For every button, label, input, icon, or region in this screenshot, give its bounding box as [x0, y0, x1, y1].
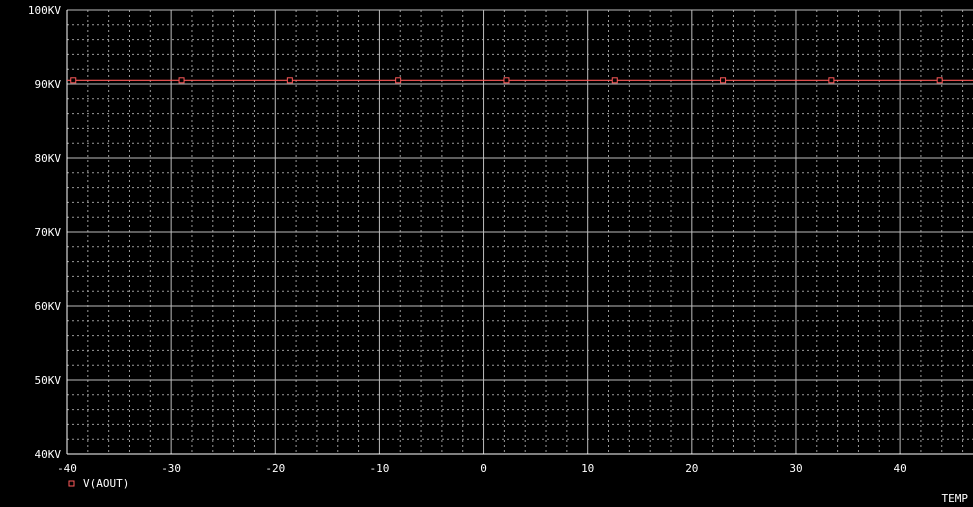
x-tick-label: -30	[161, 462, 181, 475]
series-marker	[720, 77, 727, 84]
x-tick-label: 40	[893, 462, 906, 475]
tick-labels: 40KV 50KV 60KV 70KV 80KV 90KV 100KV -40 -30 -20 -1…	[28, 4, 907, 475]
legend-marker	[68, 480, 75, 487]
series-marker	[936, 77, 943, 84]
series-marker	[178, 77, 185, 84]
x-tick-label: -10	[369, 462, 389, 475]
x-tick-label: 30	[789, 462, 802, 475]
x-tick-label: -40	[57, 462, 77, 475]
series-marker	[395, 77, 402, 84]
y-tick-label: 80KV	[35, 152, 62, 165]
grid-major	[66, 9, 973, 455]
legend-label: V(AOUT)	[83, 477, 129, 490]
series-marker	[286, 77, 293, 84]
y-tick-label: 40KV	[35, 448, 62, 461]
x-tick-label: 10	[581, 462, 594, 475]
series-marker	[828, 77, 835, 84]
y-tick-label: 50KV	[35, 374, 62, 387]
series-marker	[503, 77, 510, 84]
y-tick-label: 70KV	[35, 226, 62, 239]
series-layer	[67, 77, 973, 84]
series-marker	[611, 77, 618, 84]
x-tick-label: 20	[685, 462, 698, 475]
legend: V(AOUT)	[68, 477, 129, 490]
series-marker	[70, 77, 77, 84]
y-tick-label: 60KV	[35, 300, 62, 313]
x-tick-label: 0	[480, 462, 487, 475]
chart: 40KV 50KV 60KV 70KV 80KV 90KV 100KV -40 -30 -20 -1…	[28, 4, 973, 505]
x-axis-label: TEMP	[942, 492, 969, 505]
x-tick-label: -20	[265, 462, 285, 475]
y-tick-label: 90KV	[35, 78, 62, 91]
y-tick-label: 100KV	[28, 4, 61, 17]
